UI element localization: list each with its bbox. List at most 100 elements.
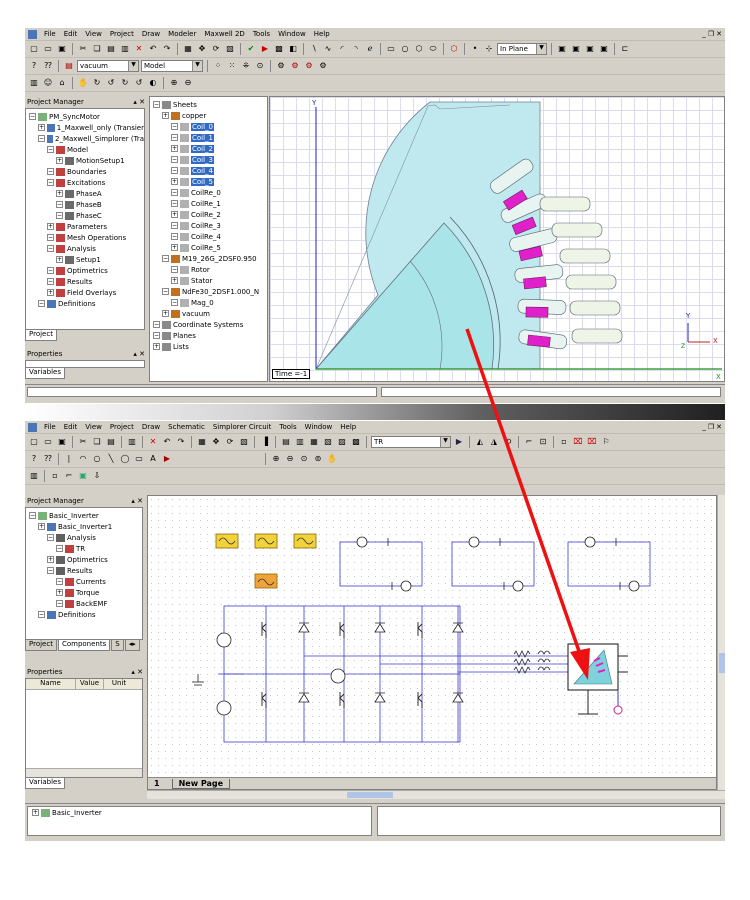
- tree-node[interactable]: − Definitions: [26, 298, 144, 309]
- tree-node[interactable]: + Coil_2: [150, 143, 267, 154]
- tree-node[interactable]: − Planes: [150, 330, 267, 341]
- validate-icon[interactable]: ✔: [245, 43, 257, 55]
- expand-collapse-icon[interactable]: +: [47, 556, 54, 563]
- tree-node[interactable]: − Mag_0: [150, 297, 267, 308]
- expand-collapse-icon[interactable]: −: [47, 234, 54, 241]
- expand-collapse-icon[interactable]: −: [47, 534, 54, 541]
- expand-collapse-icon[interactable]: −: [162, 255, 169, 262]
- tree-node[interactable]: + MotionSetup1: [26, 155, 144, 166]
- redo-icon[interactable]: ↷: [161, 43, 173, 55]
- minimize-icon[interactable]: _: [702, 423, 706, 431]
- ports-icon[interactable]: ⌐: [63, 470, 75, 482]
- expand-collapse-icon[interactable]: +: [171, 211, 178, 218]
- menu-help[interactable]: Help: [336, 423, 360, 431]
- expand-collapse-icon[interactable]: −: [171, 156, 178, 163]
- refresh-icon[interactable]: ⟲: [502, 436, 514, 448]
- close-icon[interactable]: ✕: [716, 30, 722, 38]
- expand-collapse-icon[interactable]: −: [47, 278, 54, 285]
- analyze-icon[interactable]: ▶: [259, 43, 271, 55]
- tree-node[interactable]: − Currents: [26, 576, 142, 587]
- tree-node[interactable]: − PhaseB: [26, 199, 144, 210]
- menu-window[interactable]: Window: [274, 30, 310, 38]
- pin-close-icon[interactable]: ▴ ✕: [131, 497, 143, 505]
- results-icon[interactable]: ▩: [273, 43, 285, 55]
- expand-collapse-icon[interactable]: −: [171, 167, 178, 174]
- tree-node[interactable]: + Stator: [150, 275, 267, 286]
- expand-collapse-icon[interactable]: −: [171, 266, 178, 273]
- tree-node[interactable]: + PhaseA: [26, 188, 144, 199]
- zoom-out-icon[interactable]: ⊖: [182, 77, 194, 89]
- regular-polygon-icon[interactable]: ⬡: [413, 43, 425, 55]
- menu-draw[interactable]: Draw: [138, 30, 164, 38]
- tab-variables[interactable]: Variables: [25, 778, 65, 789]
- report4-icon[interactable]: ▧: [322, 436, 334, 448]
- tree-node[interactable]: − Coil_3: [150, 154, 267, 165]
- user-icon[interactable]: ☺: [42, 77, 54, 89]
- report2-icon[interactable]: ▥: [294, 436, 306, 448]
- menu-edit[interactable]: Edit: [60, 423, 82, 431]
- tree-node[interactable]: − Coil_0: [150, 121, 267, 132]
- chart-icon[interactable]: ▥: [28, 77, 40, 89]
- arc2-icon[interactable]: ◝: [350, 43, 362, 55]
- equation-icon[interactable]: ℯ: [364, 43, 376, 55]
- expand-collapse-icon[interactable]: +: [153, 343, 160, 350]
- line-icon[interactable]: ∣: [63, 453, 75, 465]
- report5-icon[interactable]: ▨: [336, 436, 348, 448]
- orbit4-icon[interactable]: ↺: [133, 77, 145, 89]
- expand-collapse-icon[interactable]: +: [56, 190, 63, 197]
- tree-node[interactable]: − 2_Maxwell_Simplorer (Tra: [26, 133, 144, 144]
- align-icon[interactable]: ◭: [474, 436, 486, 448]
- tree-node[interactable]: + Torque: [26, 587, 142, 598]
- expand-collapse-icon[interactable]: −: [56, 212, 63, 219]
- tab-variables[interactable]: Variables: [25, 368, 65, 379]
- arc-icon[interactable]: ◜: [336, 43, 348, 55]
- expand-collapse-icon[interactable]: −: [153, 101, 160, 108]
- pan-icon[interactable]: ✋: [326, 453, 338, 465]
- tree-node[interactable]: − PhaseC: [26, 210, 144, 221]
- expand-collapse-icon[interactable]: −: [171, 222, 178, 229]
- tab-project[interactable]: Project: [25, 640, 57, 651]
- tab-components[interactable]: Components: [57, 640, 111, 651]
- delete-icon[interactable]: ✕: [133, 43, 145, 55]
- tree-node[interactable]: − Rotor: [150, 264, 267, 275]
- hscroll-thumb[interactable]: [347, 792, 393, 798]
- orbit2-icon[interactable]: ↺: [105, 77, 117, 89]
- open-icon[interactable]: ▭: [42, 43, 54, 55]
- zoom-area-icon[interactable]: ⊙: [298, 453, 310, 465]
- boundary-icon[interactable]: ⚙: [289, 60, 301, 72]
- rotate-icon[interactable]: ⟳: [224, 436, 236, 448]
- tree-node[interactable]: − Boundaries: [26, 166, 144, 177]
- new-icon[interactable]: ▢: [28, 43, 40, 55]
- field-icon[interactable]: ⚙: [317, 60, 329, 72]
- ellipse-icon[interactable]: ⬭: [427, 43, 439, 55]
- column-icon[interactable]: ▐: [259, 436, 271, 448]
- expand-collapse-icon[interactable]: +: [56, 157, 63, 164]
- restore-icon[interactable]: ❐: [708, 30, 714, 38]
- expand-collapse-icon[interactable]: −: [162, 288, 169, 295]
- coordinate-icon[interactable]: ⊹: [483, 43, 495, 55]
- report6-icon[interactable]: ▩: [350, 436, 362, 448]
- circle-icon[interactable]: ○: [91, 453, 103, 465]
- model-icon[interactable]: ▣: [77, 470, 89, 482]
- zoom-out-icon[interactable]: ⊖: [284, 453, 296, 465]
- disconnect2-icon[interactable]: ⌧: [586, 436, 598, 448]
- tree-node[interactable]: +1_Maxwell_only (Transier: [26, 122, 144, 133]
- tree-node[interactable]: + copper: [150, 110, 267, 121]
- expand-collapse-icon[interactable]: −: [56, 600, 63, 607]
- tree-node[interactable]: − TR: [26, 543, 142, 554]
- orbit-icon[interactable]: ↻: [91, 77, 103, 89]
- align2-icon[interactable]: ◮: [488, 436, 500, 448]
- expand-collapse-icon[interactable]: +: [162, 310, 169, 317]
- tree-node[interactable]: + Optimetrics: [26, 554, 142, 565]
- wire-icon[interactable]: ⌐: [523, 436, 535, 448]
- expand-collapse-icon[interactable]: +: [171, 277, 178, 284]
- expand-collapse-icon[interactable]: −: [47, 146, 54, 153]
- subtract-icon[interactable]: ▣: [570, 43, 582, 55]
- expand-collapse-icon[interactable]: −: [47, 267, 54, 274]
- expand-collapse-icon[interactable]: −: [56, 578, 63, 585]
- pan-icon[interactable]: ✋: [77, 77, 89, 89]
- expand-collapse-icon[interactable]: −: [153, 321, 160, 328]
- plane-select[interactable]: In Plane ▼: [497, 43, 547, 55]
- component-icon[interactable]: ▶: [161, 453, 173, 465]
- view-icon[interactable]: ◐: [147, 77, 159, 89]
